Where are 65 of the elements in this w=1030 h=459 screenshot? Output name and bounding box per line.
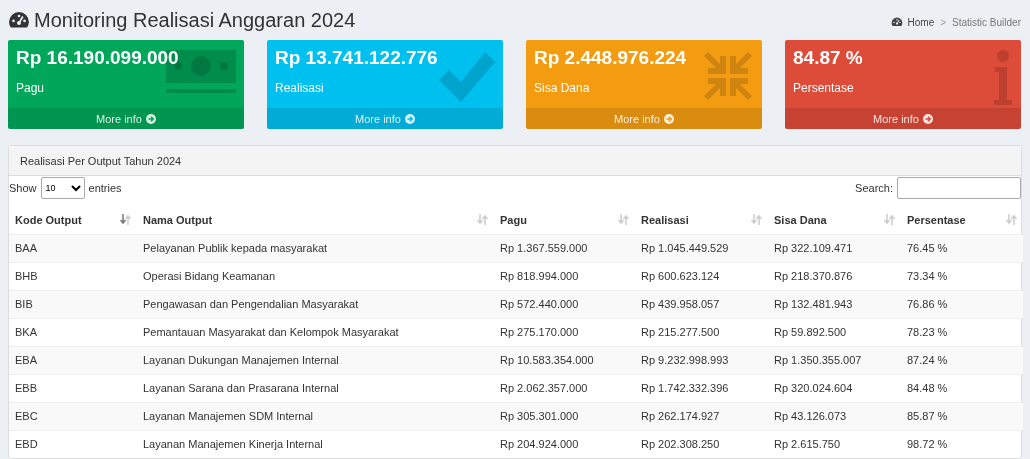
- page-length-dropdown[interactable]: 10: [40, 177, 85, 199]
- table-cell: EBC: [9, 402, 137, 430]
- more-info-link[interactable]: More info: [785, 108, 1021, 129]
- table-cell: Rp 132.481.943: [768, 290, 901, 318]
- arrow-circle-icon: [922, 113, 933, 124]
- column-header[interactable]: Kode Output: [9, 206, 137, 234]
- checkmark-icon: [437, 50, 495, 102]
- table-cell: BAA: [9, 234, 137, 262]
- column-header[interactable]: Sisa Dana: [768, 206, 901, 234]
- stat-label: Pagu: [16, 81, 46, 95]
- table-cell: Rp 1.367.559.000: [494, 234, 635, 262]
- show-label: Show: [9, 182, 37, 194]
- search-label: Search:: [855, 182, 893, 194]
- table-cell: Rp 1.350.355.007: [768, 346, 901, 374]
- table-cell: EBD: [9, 430, 137, 458]
- info-icon: [993, 50, 1013, 106]
- breadcrumb-current: Statistic Builder: [952, 16, 1021, 28]
- table-cell: Rp 1.045.449.529: [635, 234, 768, 262]
- table-cell: Layanan Manajemen Kinerja Internal: [137, 430, 494, 458]
- table-cell: EBA: [9, 346, 137, 374]
- arrow-circle-icon: [145, 113, 156, 124]
- column-header[interactable]: Nama Output: [137, 206, 494, 234]
- dashboard-icon: [890, 17, 903, 27]
- table-cell: Rp 305.301.000: [494, 402, 635, 430]
- breadcrumb-separator: >: [940, 16, 947, 28]
- panel-title: Realisasi Per Output Tahun 2024: [20, 154, 182, 167]
- table-cell: Rp 43.126.073: [768, 402, 901, 430]
- breadcrumb-link[interactable]: Home: [890, 16, 935, 28]
- stat-value: 84.87 %: [793, 47, 864, 69]
- table-cell: Layanan Dukungan Manajemen Internal: [137, 346, 494, 374]
- table-cell: Rp 439.958.057: [635, 290, 768, 318]
- table-cell: BIB: [9, 290, 137, 318]
- arrow-circle-icon: [404, 113, 415, 124]
- table-cell: 98.72 %: [901, 430, 1023, 458]
- stat-value: Rp 13.741.122.776: [275, 47, 439, 69]
- table-cell: 76.86 %: [901, 290, 1023, 318]
- arrow-circle-icon: [663, 113, 674, 124]
- table-cell: Pelayanan Publik kepada masyarakat: [137, 234, 494, 262]
- table-cell: 85.87 %: [901, 402, 1023, 430]
- stat-value: Rp 16.190.099.000: [16, 47, 180, 69]
- column-header[interactable]: Persentase: [901, 206, 1023, 234]
- table-cell: Rp 10.583.354.000: [494, 346, 635, 374]
- table-cell: Rp 9.232.998.993: [635, 346, 768, 374]
- table-cell: Pengawasan dan Pengendalian Masyarakat: [137, 290, 494, 318]
- stat-label: Persentase: [793, 81, 855, 95]
- table-cell: Rp 572.440.000: [494, 290, 635, 318]
- stat-label: Sisa Dana: [534, 81, 591, 95]
- table-cell: 76.45 %: [901, 234, 1023, 262]
- dashboard-icon: [8, 11, 30, 29]
- table-cell: Rp 202.308.250: [635, 430, 768, 458]
- table-cell: Rp 204.924.000: [494, 430, 635, 458]
- page-title: Monitoring Realisasi Anggaran 2024: [34, 8, 356, 32]
- sort-icon[interactable]: [120, 214, 131, 226]
- entries-label: entries: [88, 182, 122, 194]
- table-cell: Rp 2.615.750: [768, 430, 901, 458]
- column-header[interactable]: Realisasi: [635, 206, 768, 234]
- column-header[interactable]: Pagu: [494, 206, 635, 234]
- stat-value: Rp 2.448.976.224: [534, 47, 688, 69]
- compress-arrows-icon: [702, 50, 754, 102]
- table-cell: Layanan Manajemen SDM Internal: [137, 402, 494, 430]
- table-cell: Rp 322.109.471: [768, 234, 901, 262]
- table-cell: Rp 262.174.927: [635, 402, 768, 430]
- search-field[interactable]: [897, 177, 1021, 199]
- stat-label: Realisasi: [275, 81, 325, 95]
- table-cell: 87.24 %: [901, 346, 1023, 374]
